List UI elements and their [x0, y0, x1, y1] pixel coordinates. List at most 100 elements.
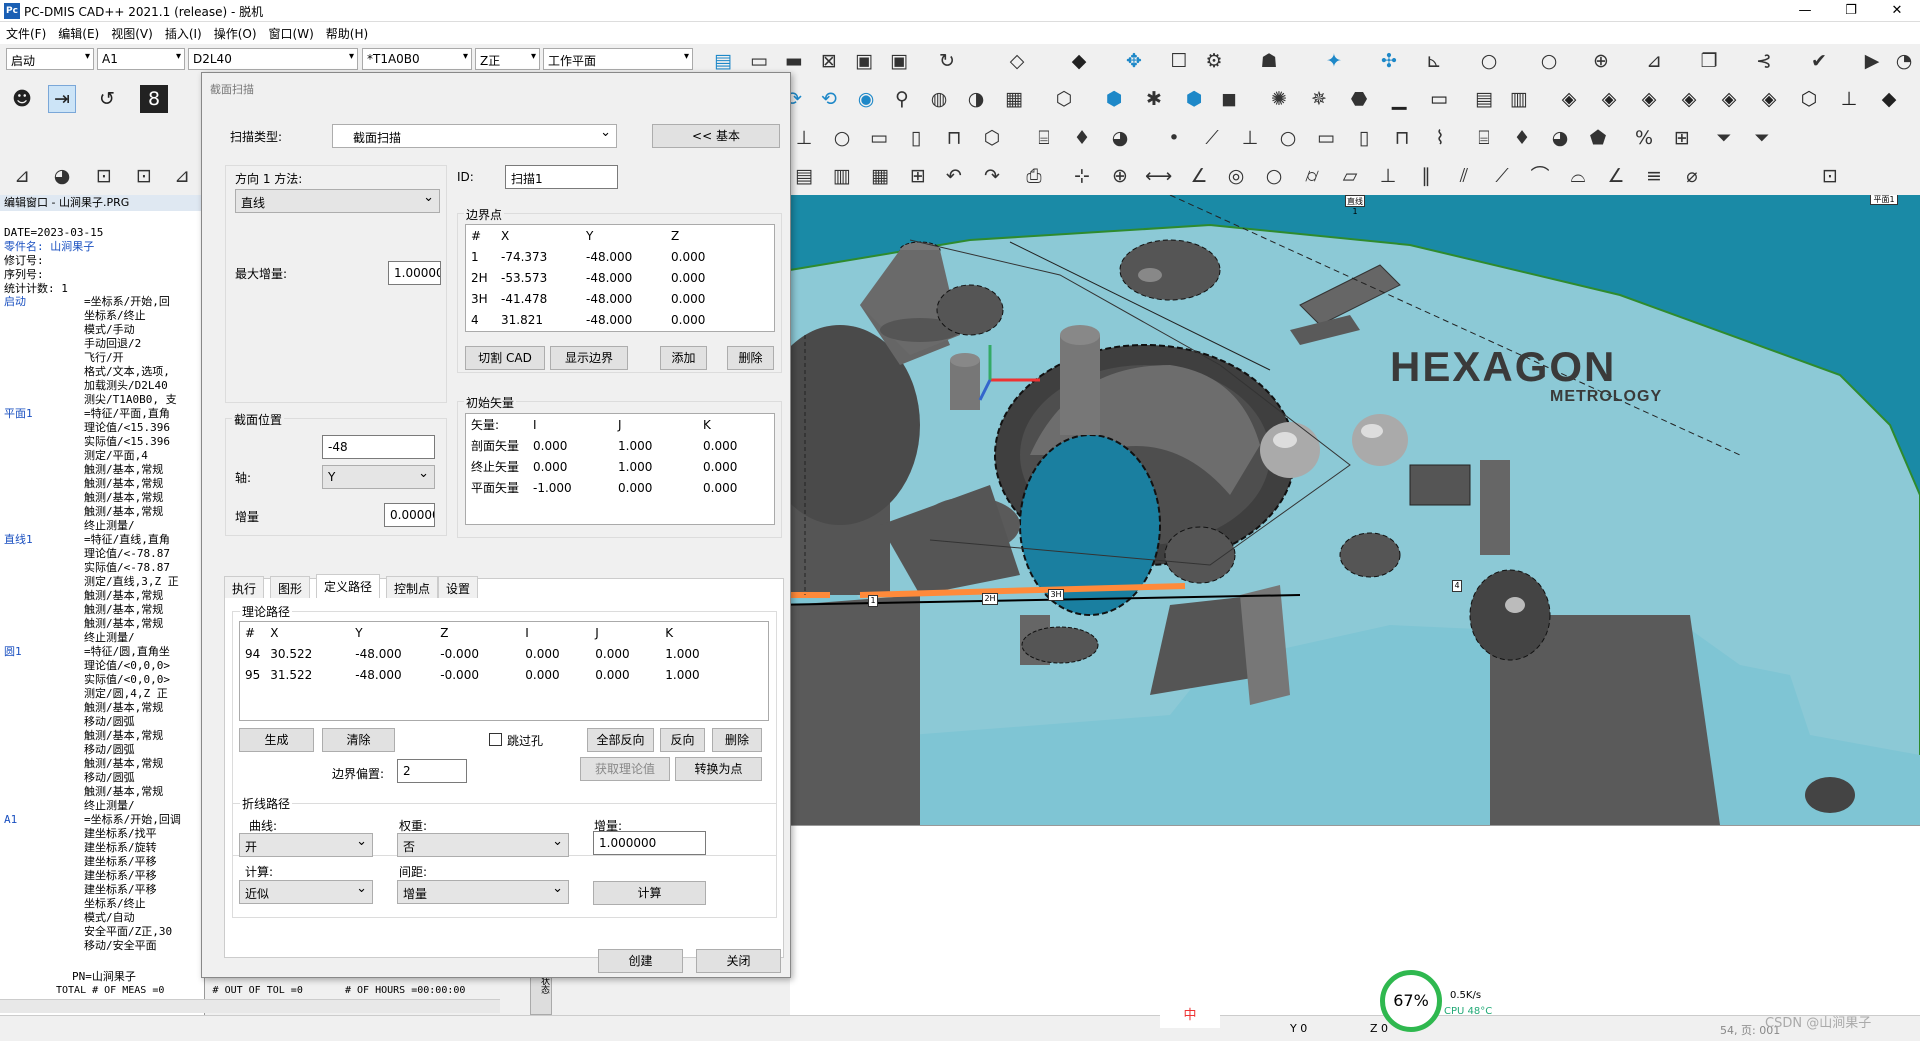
tab-define-path[interactable]: 定义路径	[316, 574, 381, 598]
show-boundary-button[interactable]: 显示边界	[550, 346, 628, 370]
program-line[interactable]: 格式/文本,选项,	[4, 365, 181, 379]
table-row[interactable]: 95 31.522 -48.000 -0.000 0.000 0.000 1.000	[240, 664, 730, 685]
program-line[interactable]: 直线1 =特征/直线,直角	[4, 533, 181, 547]
menu-edit[interactable]: 编辑(E)	[52, 22, 105, 45]
program-line[interactable]: 触测/基本,常规	[4, 617, 181, 631]
table-row[interactable]: 平面矢量 -1.000 0.000 0.000	[466, 477, 763, 498]
table-row[interactable]: 94 30.522 -48.000 -0.000 0.000 0.000 1.000	[240, 643, 730, 664]
parallel-icon[interactable]: ∥	[1412, 162, 1440, 190]
program-line[interactable]: 触测/基本,常规	[4, 757, 181, 771]
solid-cube-icon[interactable]: ◆	[1065, 47, 1093, 75]
undo-icon[interactable]: ↶	[940, 162, 968, 190]
folder-icon[interactable]: ▬	[780, 47, 808, 75]
counter-icon[interactable]: 8	[140, 85, 168, 113]
program-line[interactable]: 加载测头/D2L40	[4, 379, 181, 393]
table-row[interactable]: 剖面矢量 0.000 1.000 0.000	[466, 435, 763, 456]
loop-icon[interactable]: ↺	[93, 85, 121, 113]
open-folder-icon[interactable]: ▭	[745, 47, 773, 75]
theory-path-table[interactable]: # X Y Z I J K 94 30.522 -48.000 -0.000 0.000 0.000 1.…	[239, 621, 769, 721]
calc-select[interactable]: 近似	[239, 880, 373, 904]
program-line[interactable]: A1 =坐标系/开始,回调	[4, 813, 181, 827]
calculate-button[interactable]: 计算	[593, 881, 706, 905]
program-line[interactable]: 测尖/T1A0B0, 支	[4, 393, 181, 407]
cube-iso-3-icon[interactable]: ◈	[1635, 85, 1663, 113]
filter-cursor-icon[interactable]: ⏷	[1748, 124, 1776, 152]
menu-operation[interactable]: 操作(O)	[208, 22, 263, 45]
chat-icon[interactable]: ◍	[925, 85, 953, 113]
print-icon[interactable]: ⎙	[1020, 162, 1048, 190]
program-line[interactable]: 实际值/<0,0,0>	[4, 673, 181, 687]
table-row[interactable]: 4 31.821 -48.000 0.000	[466, 309, 751, 330]
program-line[interactable]: 测定/直线,3,Z 正	[4, 575, 181, 589]
delete-path-button[interactable]: 删除	[712, 728, 762, 752]
cpu-gauge[interactable]: 67%	[1380, 970, 1442, 1032]
fixture-icon[interactable]: ⊹	[1068, 162, 1096, 190]
auto-cylinder-icon[interactable]: ⌸	[1470, 124, 1498, 152]
table-icon[interactable]: ⊞	[904, 162, 932, 190]
scan-type-select[interactable]: 截面扫描	[332, 124, 617, 148]
probe-dim-icon[interactable]: ⚲	[888, 85, 916, 113]
ruler-icon[interactable]: ▥	[1505, 85, 1533, 113]
program-line[interactable]: 模式/自动	[4, 911, 181, 925]
feature-frame-icon[interactable]: ⊡	[1816, 162, 1844, 190]
program-line[interactable]: 触测/基本,常规	[4, 505, 181, 519]
dim-keyin-icon[interactable]: ⊿	[168, 162, 196, 190]
cube-iso-7-icon[interactable]: ⬡	[1795, 85, 1823, 113]
move-probe-icon[interactable]: ↻	[933, 47, 961, 75]
auto-sphere-icon[interactable]: ◕	[1546, 124, 1574, 152]
measure-poly-icon[interactable]: ⬡	[978, 124, 1006, 152]
horizontal-scrollbar[interactable]	[0, 999, 500, 1013]
close-dialog-button[interactable]: 关闭	[696, 949, 781, 973]
concentric-icon[interactable]: ◎	[1222, 162, 1250, 190]
cube-iso-2-icon[interactable]: ◈	[1595, 85, 1623, 113]
cube-iso-6-icon[interactable]: ◈	[1755, 85, 1783, 113]
save-as-icon[interactable]: ▣	[885, 47, 913, 75]
table-row[interactable]: 2H -53.573 -48.000 0.000	[466, 267, 751, 288]
cad-viewport[interactable]: HEXAGON METROLOGY 直线1 平面1 1 2H 3H 4	[790, 195, 1920, 825]
boundary-table[interactable]: # X Y Z 1 -74.373 -48.000 0.000 2H -53.573 -48.000…	[465, 224, 775, 332]
program-line[interactable]: 飞行/开	[4, 351, 181, 365]
program-line[interactable]: 实际值/<-78.87	[4, 561, 181, 575]
fit-view-icon[interactable]: ✥	[1120, 47, 1148, 75]
more-icon[interactable]: ◔	[1890, 47, 1918, 75]
cube-solid-icon[interactable]: ◆	[1875, 85, 1903, 113]
bug-icon[interactable]: ✵	[1305, 85, 1333, 113]
runout-icon[interactable]: ⫽	[1450, 162, 1478, 190]
program-line[interactable]: 建坐标系/找平	[4, 827, 181, 841]
program-line[interactable]: 终止测量/	[4, 519, 181, 533]
tab-control-points[interactable]: 控制点	[386, 576, 439, 598]
program-line[interactable]: 触测/基本,常规	[4, 729, 181, 743]
program-line[interactable]: 建坐标系/平移	[4, 869, 181, 883]
alignment-select[interactable]: A1	[97, 48, 185, 70]
program-line[interactable]: 实际值/<15.396	[4, 435, 181, 449]
width-icon[interactable]: ⟷	[1144, 162, 1172, 190]
program-line[interactable]: 触测/基本,常规	[4, 477, 181, 491]
poly-increment-input[interactable]: 1.000000	[593, 831, 706, 855]
box-icon[interactable]: ◼	[1215, 85, 1243, 113]
measure-notch-icon[interactable]: ⊓	[940, 124, 968, 152]
settings-gear-icon[interactable]: ⚙	[1200, 47, 1228, 75]
clear-button[interactable]: 清除	[322, 728, 395, 752]
menu-file[interactable]: 文件(F)	[0, 22, 52, 45]
auto-edge-icon[interactable]: ⬟	[1584, 124, 1612, 152]
measure-slot-icon[interactable]: ▭	[865, 124, 893, 152]
user-icon[interactable]: ☻	[8, 85, 36, 113]
offset-input[interactable]: 2	[397, 759, 467, 783]
save-icon[interactable]: ▣	[850, 47, 878, 75]
auto-curve-icon[interactable]: ⌇	[1426, 124, 1454, 152]
program-line[interactable]: 触测/基本,常规	[4, 491, 181, 505]
tab-graphics[interactable]: 图形	[270, 576, 311, 598]
tip-select[interactable]: *T1A0B0	[362, 48, 472, 70]
direction-select[interactable]: 直线	[235, 189, 440, 213]
weight-select[interactable]: 否	[397, 833, 569, 857]
wireframe-cube-icon[interactable]: ◇	[1003, 47, 1031, 75]
diameter-icon[interactable]: ⌀	[1678, 162, 1706, 190]
program-line[interactable]: 坐标系/终止	[4, 897, 181, 911]
program-line[interactable]: 手动回退/2	[4, 337, 181, 351]
program-line[interactable]: 移动/圆弧	[4, 715, 181, 729]
section-position-input[interactable]: -48	[322, 435, 435, 459]
spacing-select[interactable]: 增量	[397, 880, 569, 904]
probe-select[interactable]: D2L40	[188, 48, 358, 70]
cloud-icon[interactable]: ⬢	[1100, 85, 1128, 113]
ime-indicator[interactable]: 中	[1160, 1004, 1220, 1028]
